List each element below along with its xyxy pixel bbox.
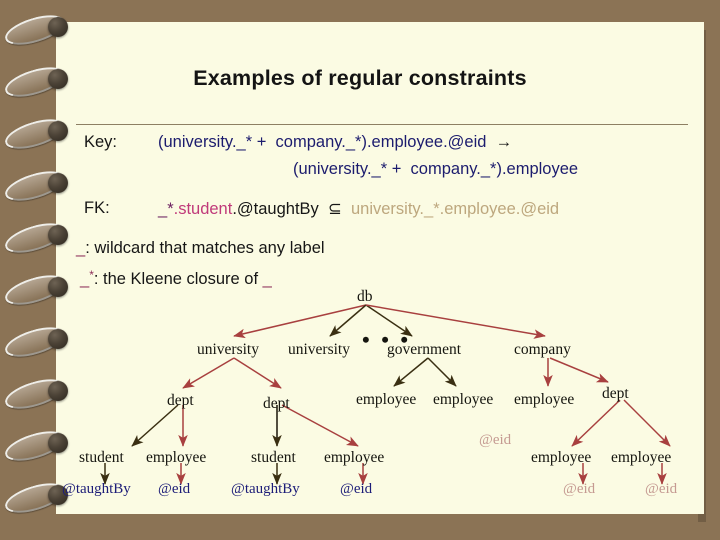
edge-government-employee2: [427, 357, 457, 387]
tree-leaf-eid-1: @eid: [158, 481, 191, 497]
tree-node-employee-5: employee: [324, 449, 385, 466]
tree-leaf-taughtby-2: @taughtBy: [231, 481, 300, 497]
edge-db-university1: [233, 304, 367, 339]
edge-dept3-employee2: [623, 399, 671, 447]
tree-node-dept-3: dept: [602, 385, 629, 402]
tree-node-employee-4: employee: [146, 449, 207, 466]
tree-node-student-2: student: [251, 449, 296, 466]
tree-leaf-eid-2: @eid: [340, 481, 373, 497]
tree-leaf-eid-3: @eid: [563, 481, 596, 497]
tree-node-employee-2: employee: [433, 391, 494, 408]
tree-node-company: company: [514, 341, 571, 358]
tree-node-employee-6: employee: [531, 449, 592, 466]
tree-node-university-2: university: [288, 341, 350, 358]
edge-company-dept: [549, 357, 609, 383]
tree-node-db: db: [357, 288, 373, 305]
tree-node-employee-3: employee: [514, 391, 575, 408]
tree-node-eid-orphan: @eid: [479, 432, 512, 448]
tree-node-government: government: [387, 341, 462, 358]
edge-university-dept1: [182, 357, 235, 389]
tree-leaf-taughtby-1: @taughtBy: [62, 481, 131, 497]
tree-node-university-1: university: [197, 341, 259, 358]
tree-leaf-eid-4: @eid: [645, 481, 678, 497]
edge-dept3-employee1: [571, 399, 621, 447]
slide-stage: Examples of regular constraints Key: (un…: [0, 0, 720, 540]
edge-dept2-employee: [281, 404, 359, 447]
edge-government-employee1: [393, 357, 429, 387]
tree-node-employee-1: employee: [356, 391, 417, 408]
tree-node-dept-2: dept: [263, 395, 290, 412]
edge-dept1-student: [131, 404, 179, 447]
edge-university-dept2: [233, 357, 282, 389]
tree-node-employee-7: employee: [611, 449, 672, 466]
tree-node-student-1: student: [79, 449, 124, 466]
tree-node-dept-1: dept: [167, 392, 194, 409]
